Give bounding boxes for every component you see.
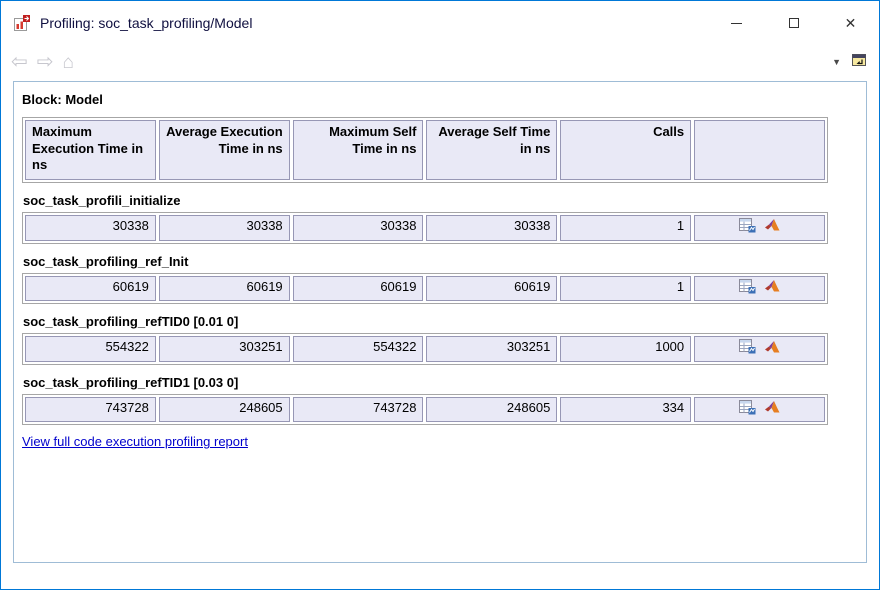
actions-cell: [694, 397, 825, 423]
value-cell: 1000: [560, 336, 691, 362]
matlab-icon[interactable]: [765, 400, 781, 419]
value-cell: 60619: [159, 276, 290, 302]
header-max-execution-time: Maximum Execution Time in ns: [25, 120, 156, 180]
table-header-row: Maximum Execution Time in ns Average Exe…: [22, 117, 828, 183]
report-table-icon[interactable]: [739, 279, 756, 299]
home-icon[interactable]: ⌂: [63, 53, 74, 72]
actions-cell: [694, 276, 825, 302]
profiler-app-icon: [13, 14, 31, 32]
value-cell: 60619: [426, 276, 557, 302]
table-row: 30338 30338 30338 30338 1: [22, 212, 828, 244]
full-report-link[interactable]: View full code execution profiling repor…: [22, 434, 248, 449]
value-cell: 30338: [426, 215, 557, 241]
value-cell: 60619: [25, 276, 156, 302]
value-cell: 30338: [159, 215, 290, 241]
value-cell: 743728: [25, 397, 156, 423]
matlab-icon[interactable]: [765, 218, 781, 237]
section-title: soc_task_profiling_refTID0 [0.01 0]: [23, 314, 858, 329]
section-title: soc_task_profili_initialize: [23, 193, 858, 208]
header-avg-execution-time: Average Execution Time in ns: [159, 120, 290, 180]
value-cell: 30338: [293, 215, 424, 241]
value-cell: 60619: [293, 276, 424, 302]
maximize-button[interactable]: [765, 1, 822, 45]
section-title: soc_task_profiling_refTID1 [0.03 0]: [23, 375, 858, 390]
table-row: 554322 303251 554322 303251 1000: [22, 333, 828, 365]
value-cell: 303251: [159, 336, 290, 362]
matlab-icon[interactable]: [765, 279, 781, 298]
actions-cell: [694, 336, 825, 362]
block-label: Block: Model: [22, 92, 858, 107]
header-max-self-time: Maximum Self Time in ns: [293, 120, 424, 180]
toolbar: ⇦ ⇨ ⌂ ▼: [1, 45, 879, 79]
report-table-icon[interactable]: [739, 218, 756, 238]
actions-cell: [694, 215, 825, 241]
header-calls: Calls: [560, 120, 691, 180]
titlebar: Profiling: soc_task_profiling/Model ✕: [1, 1, 879, 45]
header-actions: [694, 120, 825, 180]
dock-icon[interactable]: [851, 53, 867, 72]
report-table-icon[interactable]: [739, 339, 756, 359]
minimize-icon: [731, 23, 742, 24]
section-title: soc_task_profiling_ref_Init: [23, 254, 858, 269]
window-title: Profiling: soc_task_profiling/Model: [40, 15, 252, 31]
matlab-icon[interactable]: [765, 340, 781, 359]
maximize-icon: [789, 18, 799, 28]
close-icon: ✕: [845, 16, 857, 30]
value-cell: 248605: [426, 397, 557, 423]
value-cell: 554322: [25, 336, 156, 362]
toolbar-right: ▼: [832, 53, 867, 72]
window-controls: ✕: [708, 1, 879, 45]
content-panel: Block: Model Maximum Execution Time in n…: [13, 81, 867, 563]
value-cell: 30338: [25, 215, 156, 241]
table-row: 60619 60619 60619 60619 1: [22, 273, 828, 305]
value-cell: 1: [560, 215, 691, 241]
header-avg-self-time: Average Self Time in ns: [426, 120, 557, 180]
report-table-icon[interactable]: [739, 400, 756, 420]
value-cell: 303251: [426, 336, 557, 362]
chevron-down-icon[interactable]: ▼: [832, 58, 841, 67]
value-cell: 334: [560, 397, 691, 423]
back-icon[interactable]: ⇦: [11, 52, 28, 72]
minimize-button[interactable]: [708, 1, 765, 45]
value-cell: 248605: [159, 397, 290, 423]
close-button[interactable]: ✕: [822, 1, 879, 45]
value-cell: 554322: [293, 336, 424, 362]
forward-icon[interactable]: ⇨: [37, 52, 54, 72]
profiling-window: Profiling: soc_task_profiling/Model ✕ ⇦ …: [0, 0, 880, 590]
table-row: 743728 248605 743728 248605 334: [22, 394, 828, 426]
value-cell: 743728: [293, 397, 424, 423]
value-cell: 1: [560, 276, 691, 302]
